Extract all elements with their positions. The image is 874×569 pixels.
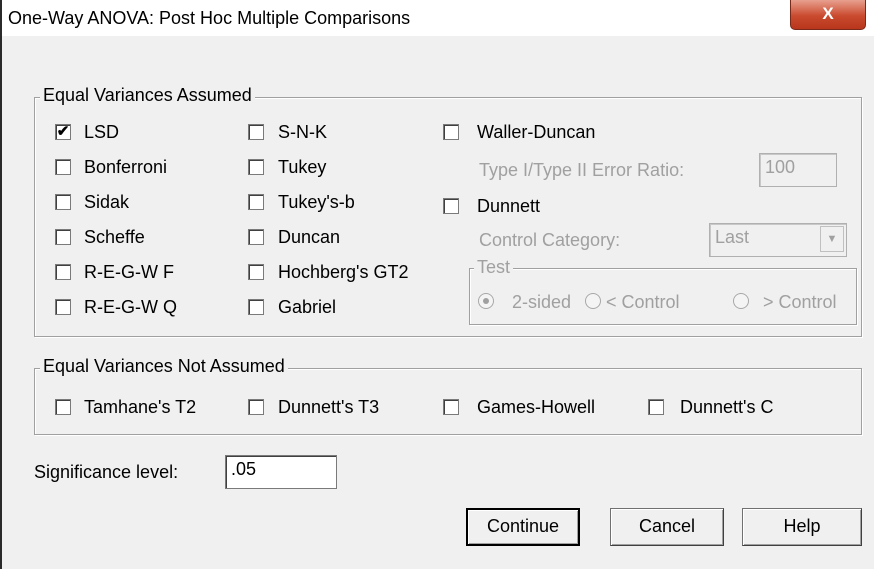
check-mark-icon: ✔: [56, 123, 70, 140]
error-ratio-label: Type I/Type II Error Ratio:: [479, 160, 685, 180]
hochberg-gt2-checkbox[interactable]: [248, 264, 264, 280]
tukeys-b-checkbox[interactable]: [248, 194, 264, 210]
control-category-label: Control Category:: [479, 230, 621, 250]
dunnetts-c-label[interactable]: Dunnett's C: [680, 397, 773, 418]
close-icon: X: [822, 4, 834, 23]
regwq-checkbox[interactable]: [55, 299, 71, 315]
snk-checkbox[interactable]: [248, 124, 264, 140]
greater-than-control-radio[interactable]: [733, 293, 749, 309]
regwf-checkbox[interactable]: [55, 264, 71, 280]
gabriel-checkbox[interactable]: [248, 299, 264, 315]
cancel-button-label: Cancel: [638, 516, 696, 536]
sidak-label[interactable]: Sidak: [84, 192, 129, 213]
tukey-label[interactable]: Tukey: [278, 157, 326, 178]
close-button[interactable]: X: [790, 0, 866, 30]
dunnetts-t3-label[interactable]: Dunnett's T3: [278, 397, 379, 418]
significance-level-label: Significance level:: [34, 462, 179, 482]
dunnett-label[interactable]: Dunnett: [477, 196, 540, 217]
two-sided-radio[interactable]: [478, 293, 494, 309]
snk-label[interactable]: S-N-K: [278, 122, 327, 143]
window-title: One-Way ANOVA: Post Hoc Multiple Compari…: [8, 8, 411, 28]
dunnett-checkbox[interactable]: [443, 198, 459, 214]
lsd-checkbox[interactable]: ✔: [55, 124, 71, 140]
tamhanes-t2-label[interactable]: Tamhane's T2: [84, 397, 196, 418]
scheffe-checkbox[interactable]: [55, 229, 71, 245]
help-button-label: Help: [783, 516, 821, 536]
tukey-checkbox[interactable]: [248, 159, 264, 175]
games-howell-label[interactable]: Games-Howell: [477, 397, 595, 418]
duncan-checkbox[interactable]: [248, 229, 264, 245]
error-ratio-field[interactable]: 100: [759, 153, 837, 187]
bonferroni-label[interactable]: Bonferroni: [84, 157, 167, 178]
dunnetts-t3-checkbox[interactable]: [248, 399, 264, 415]
tukeys-b-label[interactable]: Tukey's-b: [278, 192, 355, 213]
title-bar: One-Way ANOVA: Post Hoc Multiple Compari…: [2, 0, 874, 36]
two-sided-label[interactable]: 2-sided: [512, 292, 571, 313]
equal-variances-not-assumed-legend: Equal Variances Not Assumed: [40, 356, 288, 377]
games-howell-checkbox[interactable]: [443, 399, 459, 415]
control-category-value: Last: [715, 227, 750, 247]
regwf-label[interactable]: R-E-G-W F: [84, 262, 174, 283]
help-button[interactable]: Help: [742, 508, 862, 546]
error-ratio-value: 100: [765, 157, 796, 177]
dunnetts-c-checkbox[interactable]: [648, 399, 664, 415]
regwq-label[interactable]: R-E-G-W Q: [84, 297, 177, 318]
hochberg-gt2-label[interactable]: Hochberg's GT2: [278, 262, 409, 283]
continue-button-label: Continue: [486, 516, 560, 536]
cancel-button[interactable]: Cancel: [610, 508, 724, 546]
tamhanes-t2-checkbox[interactable]: [55, 399, 71, 415]
waller-duncan-label[interactable]: Waller-Duncan: [477, 122, 595, 143]
significance-level-input[interactable]: .05: [225, 455, 337, 489]
radio-selected-dot: [483, 298, 489, 304]
sidak-checkbox[interactable]: [55, 194, 71, 210]
continue-button[interactable]: Continue: [466, 508, 580, 546]
gabriel-label[interactable]: Gabriel: [278, 297, 336, 318]
scheffe-label[interactable]: Scheffe: [84, 227, 145, 248]
bonferroni-checkbox[interactable]: [55, 159, 71, 175]
greater-than-control-label[interactable]: > Control: [763, 292, 837, 313]
equal-variances-assumed-legend: Equal Variances Assumed: [40, 85, 255, 106]
less-than-control-label[interactable]: < Control: [606, 292, 680, 313]
significance-level-value: .05: [231, 459, 257, 479]
waller-duncan-checkbox[interactable]: [443, 124, 459, 140]
less-than-control-radio[interactable]: [585, 293, 601, 309]
lsd-label[interactable]: LSD: [84, 122, 119, 143]
control-category-dropdown[interactable]: Last ▼: [709, 223, 847, 257]
duncan-label[interactable]: Duncan: [278, 227, 340, 248]
test-legend: Test: [474, 257, 514, 278]
chevron-down-icon[interactable]: ▼: [820, 226, 844, 252]
